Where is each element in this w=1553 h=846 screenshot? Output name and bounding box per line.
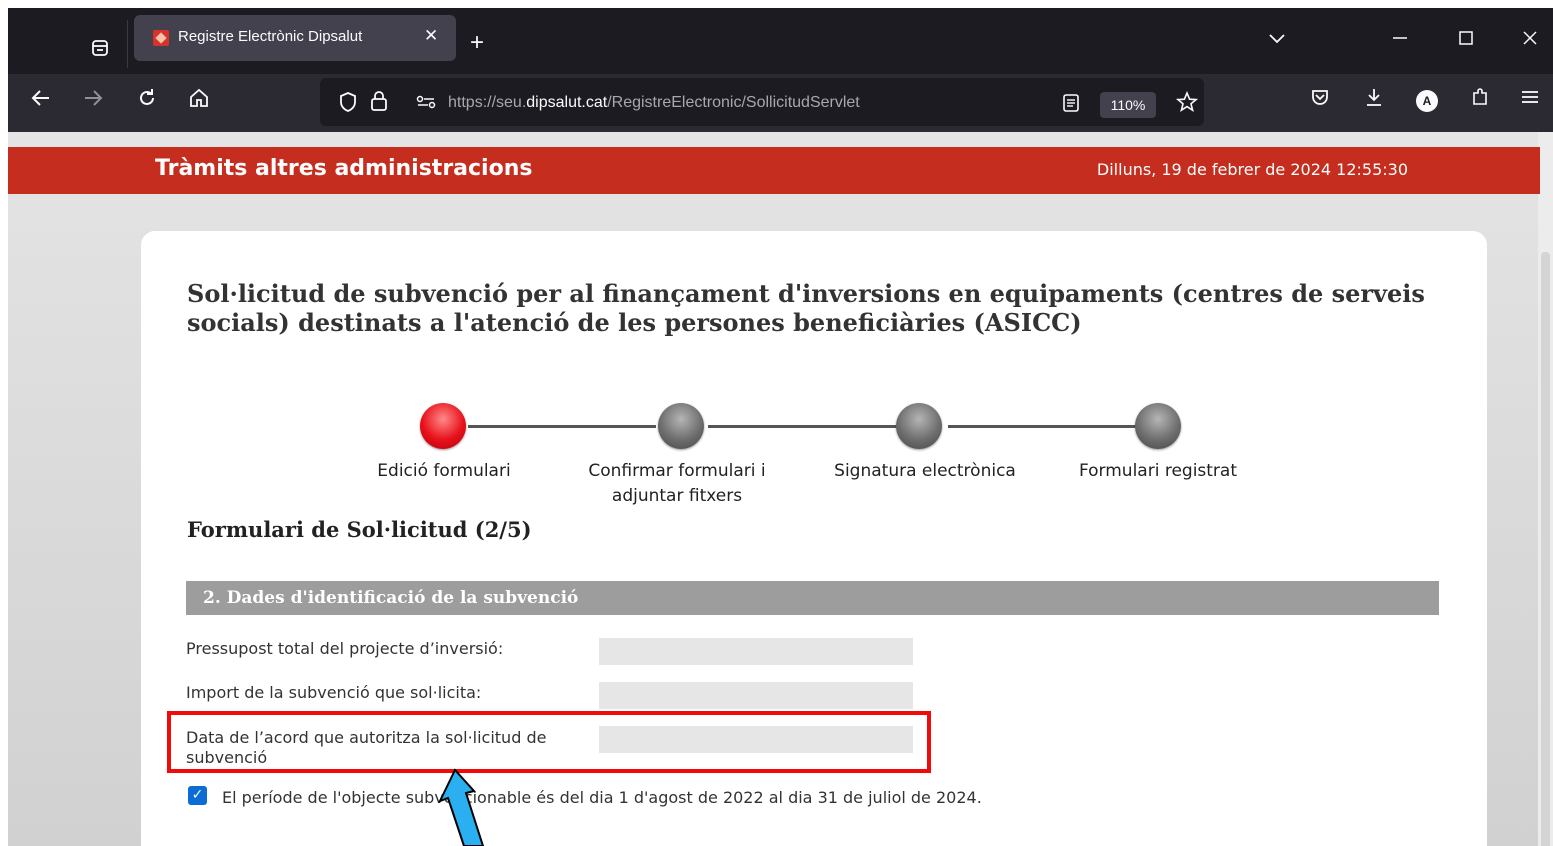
new-tab-button[interactable]: +	[470, 29, 484, 57]
annotation-highlight-box	[167, 711, 931, 773]
back-icon[interactable]	[30, 87, 52, 114]
close-window-icon[interactable]	[1522, 30, 1538, 51]
site-header-datetime: Dilluns, 19 de febrer de 2024 12:55:30	[1096, 160, 1408, 179]
amount-input[interactable]	[599, 682, 913, 709]
url-text[interactable]: https://seu.dipsalut.cat/RegistreElectro…	[448, 94, 860, 112]
scrollbar[interactable]	[1538, 132, 1553, 846]
step-connector	[708, 425, 898, 428]
browser-tab-bar: Registre Electrònic Dipsalut ✕ +	[8, 8, 1553, 74]
extensions-icon[interactable]	[1470, 87, 1490, 112]
close-tab-icon[interactable]: ✕	[424, 26, 438, 46]
field-label-budget: Pressupost total del projecte d’inversió…	[186, 639, 504, 658]
budget-input[interactable]	[599, 638, 913, 665]
step-dot-pending	[1135, 403, 1181, 449]
form-title: Sol·licitud de subvenció per al finançam…	[187, 279, 1425, 337]
tab-title: Registre Electrònic Dipsalut	[178, 28, 363, 45]
downloads-icon[interactable]	[1364, 87, 1384, 112]
site-header-title: Tràmits altres administracions	[155, 156, 533, 181]
section-title: 2. Dades d'identificació de la subvenció	[203, 588, 579, 608]
scrollbar-thumb[interactable]	[1541, 252, 1550, 846]
tab-list-icon[interactable]	[82, 30, 118, 66]
url-host: dipsalut.cat	[526, 94, 608, 111]
forward-icon[interactable]	[82, 87, 104, 114]
step-label: Edició formulari	[377, 461, 511, 481]
step-label: Signatura electrònica	[834, 461, 1016, 481]
reader-view-icon[interactable]	[1062, 93, 1080, 117]
menu-icon[interactable]	[1520, 87, 1540, 112]
step-connector	[468, 425, 656, 428]
period-checkbox-label: El període de l'objecte subvencionable é…	[222, 788, 982, 807]
form-subtitle: Formulari de Sol·licitud (2/5)	[187, 517, 532, 542]
site-header-bar: Tràmits altres administracions Dilluns, …	[8, 147, 1540, 194]
zoom-level-button[interactable]: 110%	[1100, 92, 1156, 118]
permissions-icon[interactable]	[416, 94, 436, 113]
browser-tab[interactable]: Registre Electrònic Dipsalut ✕	[134, 15, 456, 61]
step-label: Formulari registrat	[1078, 461, 1238, 481]
step-dot-pending	[896, 403, 942, 449]
lock-icon[interactable]	[370, 90, 388, 116]
step-dot-active	[420, 403, 466, 449]
site-favicon-icon	[153, 30, 169, 46]
section-header: 2. Dades d'identificació de la subvenció	[186, 581, 1439, 615]
minimize-icon[interactable]	[1392, 30, 1408, 51]
reload-icon[interactable]	[136, 87, 158, 114]
tab-separator	[127, 20, 128, 68]
step-connector	[948, 425, 1136, 428]
browser-nav-bar: https://seu.dipsalut.cat/RegistreElectro…	[8, 74, 1553, 132]
url-path: /RegistreElectronic/SollicitudServlet	[607, 94, 860, 111]
period-checkbox[interactable]: ✓	[188, 786, 207, 805]
bookmark-star-icon[interactable]	[1175, 90, 1199, 117]
maximize-icon[interactable]	[1458, 30, 1474, 51]
step-label: Confirmar formulari i adjuntar fitxers	[588, 461, 766, 506]
url-scheme: https://seu.	[448, 94, 527, 111]
tracking-protection-shield-icon[interactable]	[338, 91, 358, 117]
field-label-amount: Import de la subvenció que sol·licita:	[186, 683, 482, 702]
account-avatar[interactable]: A	[1416, 90, 1438, 112]
step-dot-pending	[658, 403, 704, 449]
url-bar[interactable]: https://seu.dipsalut.cat/RegistreElectro…	[320, 78, 1204, 126]
pocket-icon[interactable]	[1310, 87, 1330, 112]
chevron-down-icon[interactable]	[1268, 30, 1286, 50]
home-icon[interactable]	[188, 87, 210, 114]
